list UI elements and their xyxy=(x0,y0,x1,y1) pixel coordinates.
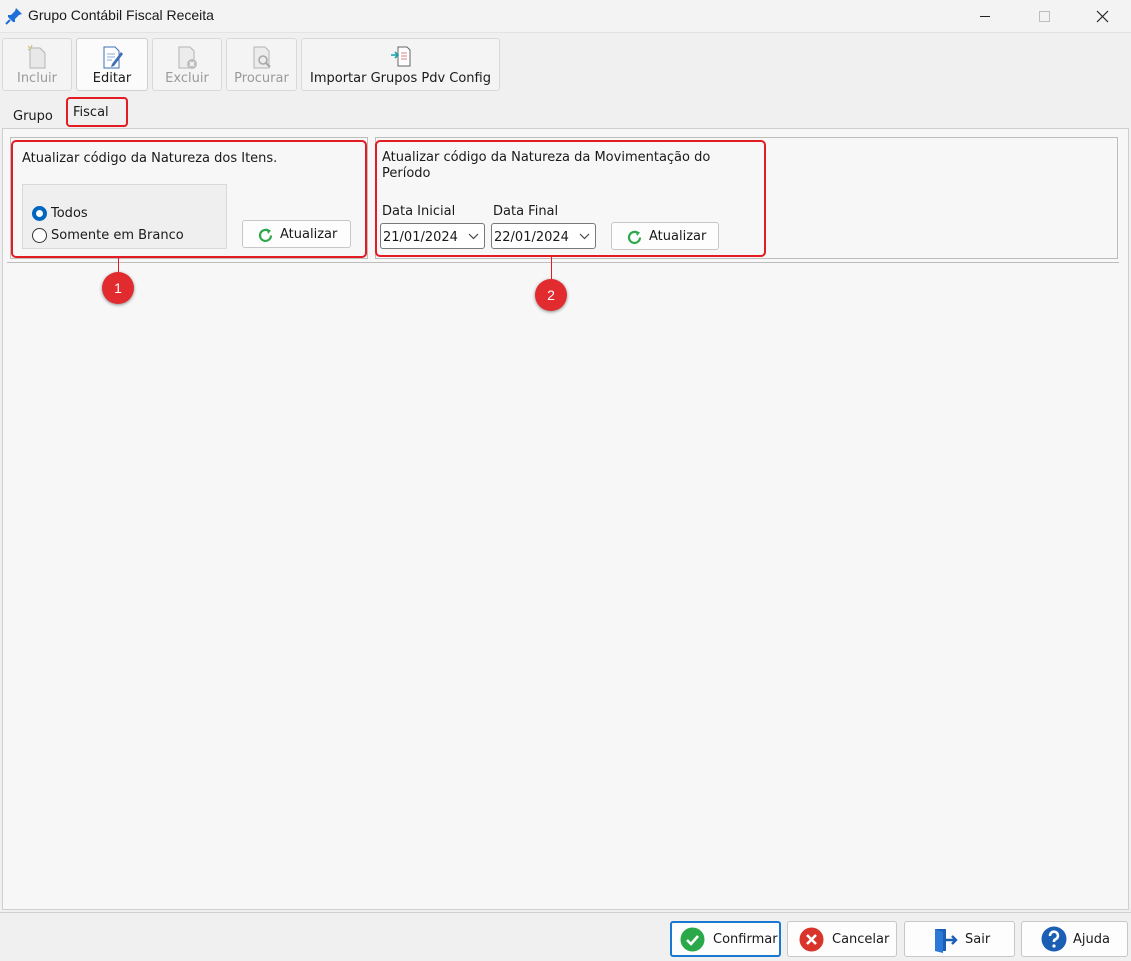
maximize-button[interactable] xyxy=(1015,0,1073,33)
pushpin-icon xyxy=(5,8,22,25)
cancelar-label: Cancelar xyxy=(832,932,890,947)
sair-label: Sair xyxy=(965,932,991,947)
tab-strip: Grupo Fiscal xyxy=(0,96,1131,128)
window-title: Grupo Contábil Fiscal Receita xyxy=(28,7,214,23)
import-icon xyxy=(390,46,410,67)
title-bar: Grupo Contábil Fiscal Receita xyxy=(0,0,1131,33)
close-button[interactable] xyxy=(1074,0,1131,33)
edit-document-icon xyxy=(103,46,123,69)
incluir-button[interactable]: Incluir xyxy=(2,38,72,91)
tab-grupo[interactable]: Grupo xyxy=(7,107,59,126)
procurar-button[interactable]: Procurar xyxy=(226,38,297,91)
search-document-icon xyxy=(253,46,271,69)
importar-button[interactable]: Importar Grupos Pdv Config xyxy=(301,38,500,91)
importar-label: Importar Grupos Pdv Config xyxy=(310,71,491,86)
footer-bar: Confirmar Cancelar Sair Ajuda xyxy=(0,912,1131,961)
highlight-box-1 xyxy=(11,140,367,258)
x-circle-icon xyxy=(799,927,824,952)
marker-2-connector xyxy=(551,257,552,279)
editar-button[interactable]: Editar xyxy=(76,38,148,91)
confirmar-button[interactable]: Confirmar xyxy=(670,921,781,957)
sair-button[interactable]: Sair xyxy=(904,921,1015,957)
delete-document-icon xyxy=(178,46,197,69)
help-icon xyxy=(1041,926,1067,952)
editar-label: Editar xyxy=(92,71,132,86)
check-circle-icon xyxy=(680,927,705,952)
confirmar-label: Confirmar xyxy=(713,932,778,947)
minimize-button[interactable] xyxy=(956,0,1014,33)
excluir-label: Excluir xyxy=(165,71,209,86)
exit-door-icon xyxy=(935,929,958,953)
marker-badge-1: 1 xyxy=(102,272,134,304)
close-icon xyxy=(1096,10,1109,23)
maximize-icon xyxy=(1039,11,1050,22)
excluir-button[interactable]: Excluir xyxy=(152,38,222,91)
procurar-label: Procurar xyxy=(234,71,289,86)
ajuda-label: Ajuda xyxy=(1073,932,1110,947)
cancelar-button[interactable]: Cancelar xyxy=(787,921,897,957)
new-document-icon xyxy=(27,44,46,69)
incluir-label: Incluir xyxy=(16,71,58,86)
marker-badge-2: 2 xyxy=(535,279,567,311)
ajuda-button[interactable]: Ajuda xyxy=(1021,921,1128,957)
group-divider xyxy=(7,262,1119,263)
toolbar: Incluir Editar Excluir Procurar Importar… xyxy=(0,33,1131,95)
highlight-box-2 xyxy=(375,140,766,257)
tab-fiscal-highlight xyxy=(66,97,128,127)
minimize-icon xyxy=(980,16,990,17)
